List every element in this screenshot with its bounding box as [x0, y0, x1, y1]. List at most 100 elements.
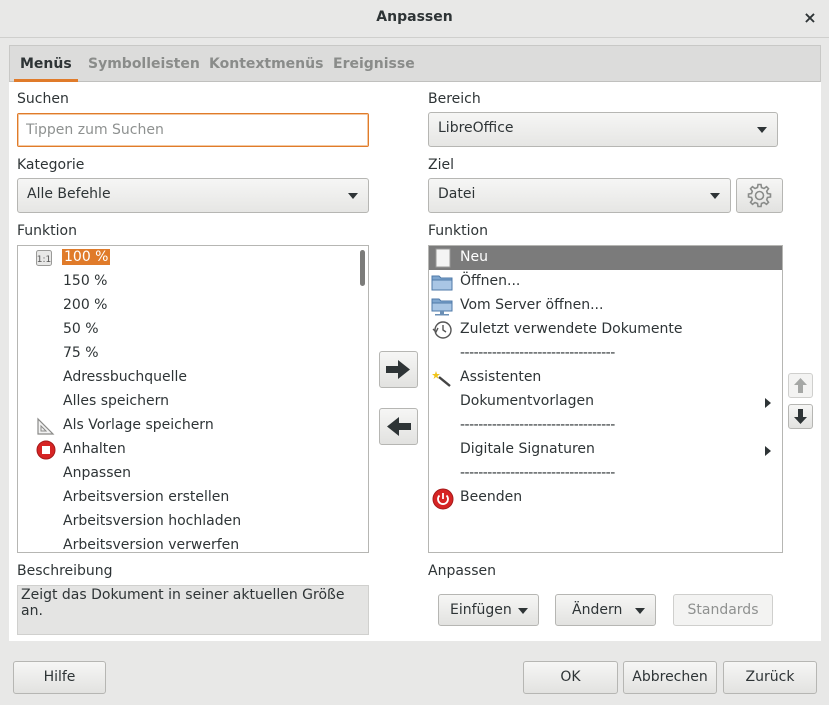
- gear-icon: [747, 183, 772, 208]
- function-list[interactable]: 1:1 100 % 150 % 200 % 50 % 75 % Adressbu…: [17, 245, 369, 553]
- chevron-down-icon: [518, 608, 528, 614]
- window-title: Anpassen: [376, 9, 453, 25]
- scrollbar-thumb[interactable]: [360, 250, 365, 286]
- list-item-label: 100 %: [62, 249, 111, 265]
- svg-text:1:1: 1:1: [37, 255, 51, 265]
- tab-context-menus[interactable]: Kontextmenüs: [209, 46, 323, 82]
- remove-from-menu-button[interactable]: [379, 408, 418, 445]
- category-dropdown[interactable]: Alle Befehle: [17, 178, 369, 213]
- insert-button-label: Einfügen: [450, 602, 512, 618]
- tab-menus[interactable]: Menüs: [14, 46, 78, 82]
- recent-documents-icon: [432, 320, 452, 340]
- ok-button[interactable]: OK: [523, 661, 618, 694]
- tab-toolbars[interactable]: Symbolleisten: [88, 46, 200, 82]
- folder-icon: [431, 272, 453, 292]
- target-settings-button[interactable]: [736, 178, 783, 213]
- list-item[interactable]: Vom Server öffnen...: [429, 294, 782, 318]
- separator-item[interactable]: ----------------------------------: [429, 414, 782, 438]
- list-item[interactable]: Adressbuchquelle: [18, 366, 368, 390]
- chevron-down-icon: [757, 127, 767, 133]
- list-item[interactable]: 200 %: [18, 294, 368, 318]
- stop-icon: [36, 440, 56, 460]
- separator-label: ----------------------------------: [460, 417, 615, 433]
- menu-entries-list[interactable]: Neu Öffnen... Vom Server öffnen... Zulet…: [428, 245, 783, 553]
- add-to-menu-button[interactable]: [379, 351, 418, 388]
- list-item-label: Neu: [460, 249, 488, 265]
- exit-icon: [432, 488, 454, 510]
- help-button[interactable]: Hilfe: [13, 661, 106, 694]
- list-item-label: Dokumentvorlagen: [460, 393, 594, 409]
- list-item-label: Als Vorlage speichern: [63, 417, 214, 433]
- list-item[interactable]: 1:1 100 %: [18, 246, 368, 270]
- list-item-label: Digitale Signaturen: [460, 441, 595, 457]
- move-down-button[interactable]: [788, 404, 813, 429]
- list-item-label: 200 %: [63, 297, 108, 313]
- zoom-100-icon: 1:1: [36, 250, 52, 266]
- list-item[interactable]: Arbeitsversion hochladen: [18, 510, 368, 534]
- list-item[interactable]: Arbeitsversion verwerfen: [18, 534, 368, 553]
- chevron-right-icon: [765, 446, 771, 456]
- scope-dropdown[interactable]: LibreOffice: [428, 112, 778, 147]
- title-bar: Anpassen ×: [0, 0, 829, 38]
- cancel-button[interactable]: Abbrechen: [623, 661, 717, 694]
- list-item[interactable]: Neu: [429, 246, 782, 270]
- list-item[interactable]: Assistenten: [429, 366, 782, 390]
- list-item-label: Arbeitsversion hochladen: [63, 513, 242, 529]
- arrow-down-icon: [794, 409, 807, 424]
- cancel-button-label: Abbrechen: [632, 669, 708, 685]
- list-item[interactable]: Dokumentvorlagen: [429, 390, 782, 414]
- close-icon[interactable]: ×: [801, 8, 819, 28]
- list-item-label: Assistenten: [460, 369, 542, 385]
- ok-button-label: OK: [560, 669, 581, 685]
- server-folder-icon: [431, 296, 453, 316]
- separator-item[interactable]: ----------------------------------: [429, 342, 782, 366]
- modify-button[interactable]: Ändern: [555, 594, 656, 626]
- list-item-label: Anpassen: [63, 465, 131, 481]
- function-label-left: Funktion: [17, 223, 77, 239]
- chevron-down-icon: [710, 193, 720, 199]
- target-label: Ziel: [428, 157, 454, 173]
- insert-button[interactable]: Einfügen: [438, 594, 539, 626]
- category-value: Alle Befehle: [27, 186, 111, 202]
- list-item[interactable]: Anpassen: [18, 462, 368, 486]
- chevron-down-icon: [348, 193, 358, 199]
- list-item[interactable]: Alles speichern: [18, 390, 368, 414]
- list-item[interactable]: 150 %: [18, 270, 368, 294]
- tab-bar: Menüs Symbolleisten Kontextmenüs Ereigni…: [9, 45, 821, 82]
- defaults-button[interactable]: Standards: [673, 594, 773, 626]
- list-item-label: 75 %: [63, 345, 99, 361]
- separator-label: ----------------------------------: [460, 345, 615, 361]
- list-item[interactable]: Öffnen...: [429, 270, 782, 294]
- target-dropdown[interactable]: Datei: [428, 178, 731, 213]
- function-label-right: Funktion: [428, 223, 488, 239]
- main-panel: Suchen Kategorie Alle Befehle Funktion 1…: [9, 82, 821, 641]
- list-item[interactable]: Arbeitsversion erstellen: [18, 486, 368, 510]
- tab-events[interactable]: Ereignisse: [333, 46, 415, 82]
- defaults-button-label: Standards: [687, 602, 759, 618]
- list-item-label: 50 %: [63, 321, 99, 337]
- list-item-label: 150 %: [63, 273, 108, 289]
- chevron-right-icon: [765, 398, 771, 408]
- separator-item[interactable]: ----------------------------------: [429, 462, 782, 486]
- list-item[interactable]: Beenden: [429, 486, 782, 510]
- move-up-button[interactable]: [788, 373, 813, 398]
- scope-value: LibreOffice: [438, 120, 514, 136]
- list-item[interactable]: Als Vorlage speichern: [18, 414, 368, 438]
- arrow-up-icon: [794, 378, 807, 393]
- list-item-label: Vom Server öffnen...: [460, 297, 604, 313]
- list-item[interactable]: Digitale Signaturen: [429, 438, 782, 462]
- list-item[interactable]: Anhalten: [18, 438, 368, 462]
- reset-button[interactable]: Zurück: [723, 661, 817, 694]
- search-label: Suchen: [17, 91, 69, 107]
- search-input[interactable]: [17, 113, 369, 147]
- list-item-label: Arbeitsversion verwerfen: [63, 537, 240, 553]
- list-item[interactable]: 75 %: [18, 342, 368, 366]
- list-item-label: Adressbuchquelle: [63, 369, 187, 385]
- arrow-left-icon: [387, 417, 411, 436]
- list-item-label: Alles speichern: [63, 393, 169, 409]
- description-box: Zeigt das Dokument in seiner aktuellen G…: [17, 585, 369, 635]
- list-item[interactable]: 50 %: [18, 318, 368, 342]
- separator-label: ----------------------------------: [460, 465, 615, 481]
- description-label: Beschreibung: [17, 563, 113, 579]
- list-item[interactable]: Zuletzt verwendete Dokumente: [429, 318, 782, 342]
